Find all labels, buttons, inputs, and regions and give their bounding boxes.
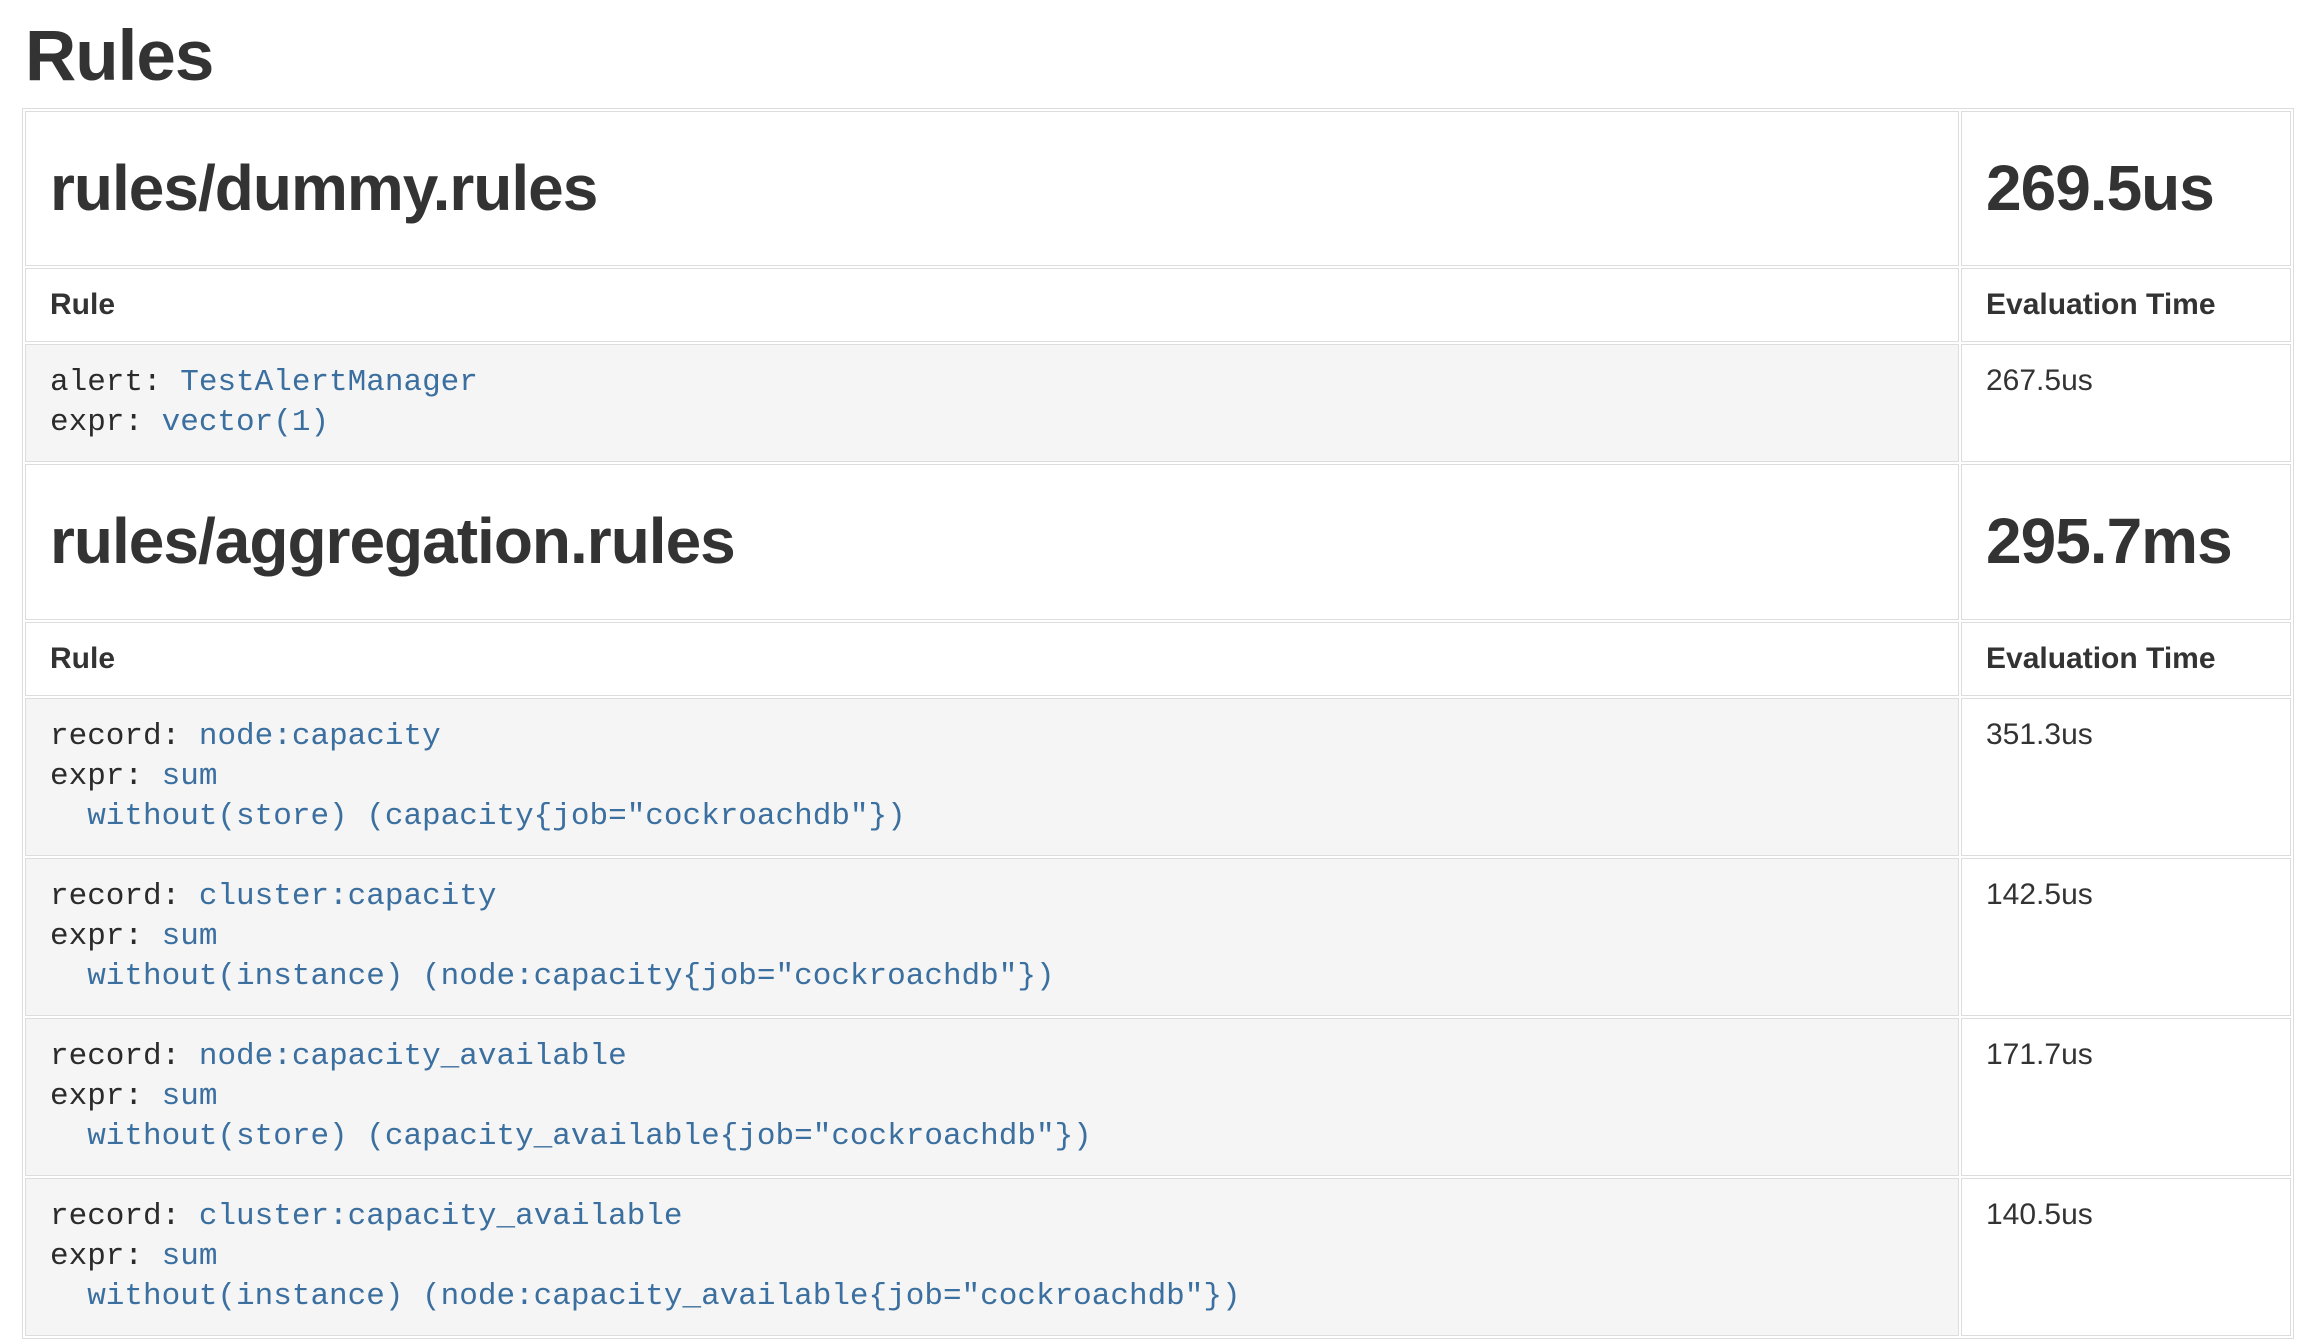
- rule-code-line: expr: sum without(instance) (node:capaci…: [50, 917, 1934, 997]
- rule-expr-link[interactable]: sum without(store) (capacity_available{j…: [50, 1079, 1092, 1154]
- rule-keyword: record:: [50, 1199, 180, 1234]
- rules-table: rules/dummy.rules 269.5us Rule Evaluatio…: [22, 108, 2294, 1339]
- rule-keyword: record:: [50, 719, 180, 754]
- rule-row: alert: TestAlertManagerexpr: vector(1) 2…: [25, 344, 2291, 462]
- rule-name-link[interactable]: TestAlertManager: [180, 365, 478, 400]
- rule-keyword: expr:: [50, 919, 143, 954]
- rule-code-line: record: cluster:capacity: [50, 877, 1934, 917]
- rule-definition-cell: record: node:capacity_availableexpr: sum…: [25, 1018, 1959, 1176]
- rule-expr-link[interactable]: sum without(instance) (node:capacity_ava…: [50, 1239, 1241, 1314]
- rule-group-evaluation-time: 295.7ms: [1961, 464, 2291, 620]
- rule-evaluation-time: 351.3us: [1961, 698, 2291, 856]
- rule-group-evaluation-time: 269.5us: [1961, 111, 2291, 267]
- rule-keyword: record:: [50, 1039, 180, 1074]
- rule-name-link[interactable]: cluster:capacity: [199, 879, 497, 914]
- rule-group-name: rules/dummy.rules: [50, 152, 1934, 226]
- rule-row: record: node:capacity_availableexpr: sum…: [25, 1018, 2291, 1176]
- rule-row: record: cluster:capacityexpr: sum withou…: [25, 858, 2291, 1016]
- rule-group-header-row: rules/dummy.rules 269.5us: [25, 111, 2291, 267]
- rule-code-line: expr: sum without(store) (capacity{job="…: [50, 757, 1934, 837]
- rule-code-line: expr: sum without(instance) (node:capaci…: [50, 1237, 1934, 1317]
- rule-keyword: expr:: [50, 1239, 143, 1274]
- rule-evaluation-time: 171.7us: [1961, 1018, 2291, 1176]
- rule-evaluation-time: 140.5us: [1961, 1178, 2291, 1336]
- rule-definition-cell: record: node:capacityexpr: sum without(s…: [25, 698, 1959, 856]
- column-header-row: Rule Evaluation Time: [25, 268, 2291, 342]
- rule-code-line: alert: TestAlertManager: [50, 363, 1934, 403]
- rule-keyword: expr:: [50, 405, 143, 440]
- rule-code-line: record: node:capacity_available: [50, 1037, 1934, 1077]
- rule-keyword: alert:: [50, 365, 162, 400]
- rule-definition-cell: alert: TestAlertManagerexpr: vector(1): [25, 344, 1959, 462]
- rule-expr-link[interactable]: sum without(instance) (node:capacity{job…: [50, 919, 1055, 994]
- rules-table-body: rules/dummy.rules 269.5us Rule Evaluatio…: [25, 111, 2291, 1336]
- rule-expr-link[interactable]: vector(1): [162, 405, 329, 440]
- rule-group-name: rules/aggregation.rules: [50, 505, 1934, 579]
- rule-group-header-row: rules/aggregation.rules 295.7ms: [25, 464, 2291, 620]
- rule-definition-cell: record: cluster:capacity_availableexpr: …: [25, 1178, 1959, 1336]
- rule-row: record: cluster:capacity_availableexpr: …: [25, 1178, 2291, 1336]
- rule-evaluation-time: 142.5us: [1961, 858, 2291, 1016]
- rule-name-link[interactable]: node:capacity_available: [199, 1039, 627, 1074]
- rule-column-header: Rule: [25, 268, 1959, 342]
- rule-group-cell: rules/aggregation.rules: [25, 464, 1959, 620]
- rule-keyword: expr:: [50, 1079, 143, 1114]
- rule-definition-cell: record: cluster:capacityexpr: sum withou…: [25, 858, 1959, 1016]
- rule-column-header: Rule: [25, 622, 1959, 696]
- rule-group-cell: rules/dummy.rules: [25, 111, 1959, 267]
- rule-keyword: record:: [50, 879, 180, 914]
- evaluation-time-column-header: Evaluation Time: [1961, 622, 2291, 696]
- rule-keyword: expr:: [50, 759, 143, 794]
- rule-code-line: expr: vector(1): [50, 403, 1934, 443]
- evaluation-time-column-header: Evaluation Time: [1961, 268, 2291, 342]
- rule-code-line: record: cluster:capacity_available: [50, 1197, 1934, 1237]
- rule-name-link[interactable]: node:capacity: [199, 719, 441, 754]
- rule-code-line: expr: sum without(store) (capacity_avail…: [50, 1077, 1934, 1157]
- rule-expr-link[interactable]: sum without(store) (capacity{job="cockro…: [50, 759, 906, 834]
- rule-code-line: record: node:capacity: [50, 717, 1934, 757]
- rule-row: record: node:capacityexpr: sum without(s…: [25, 698, 2291, 856]
- column-header-row: Rule Evaluation Time: [25, 622, 2291, 696]
- page-title: Rules: [25, 16, 2316, 98]
- rule-evaluation-time: 267.5us: [1961, 344, 2291, 462]
- rule-name-link[interactable]: cluster:capacity_available: [199, 1199, 683, 1234]
